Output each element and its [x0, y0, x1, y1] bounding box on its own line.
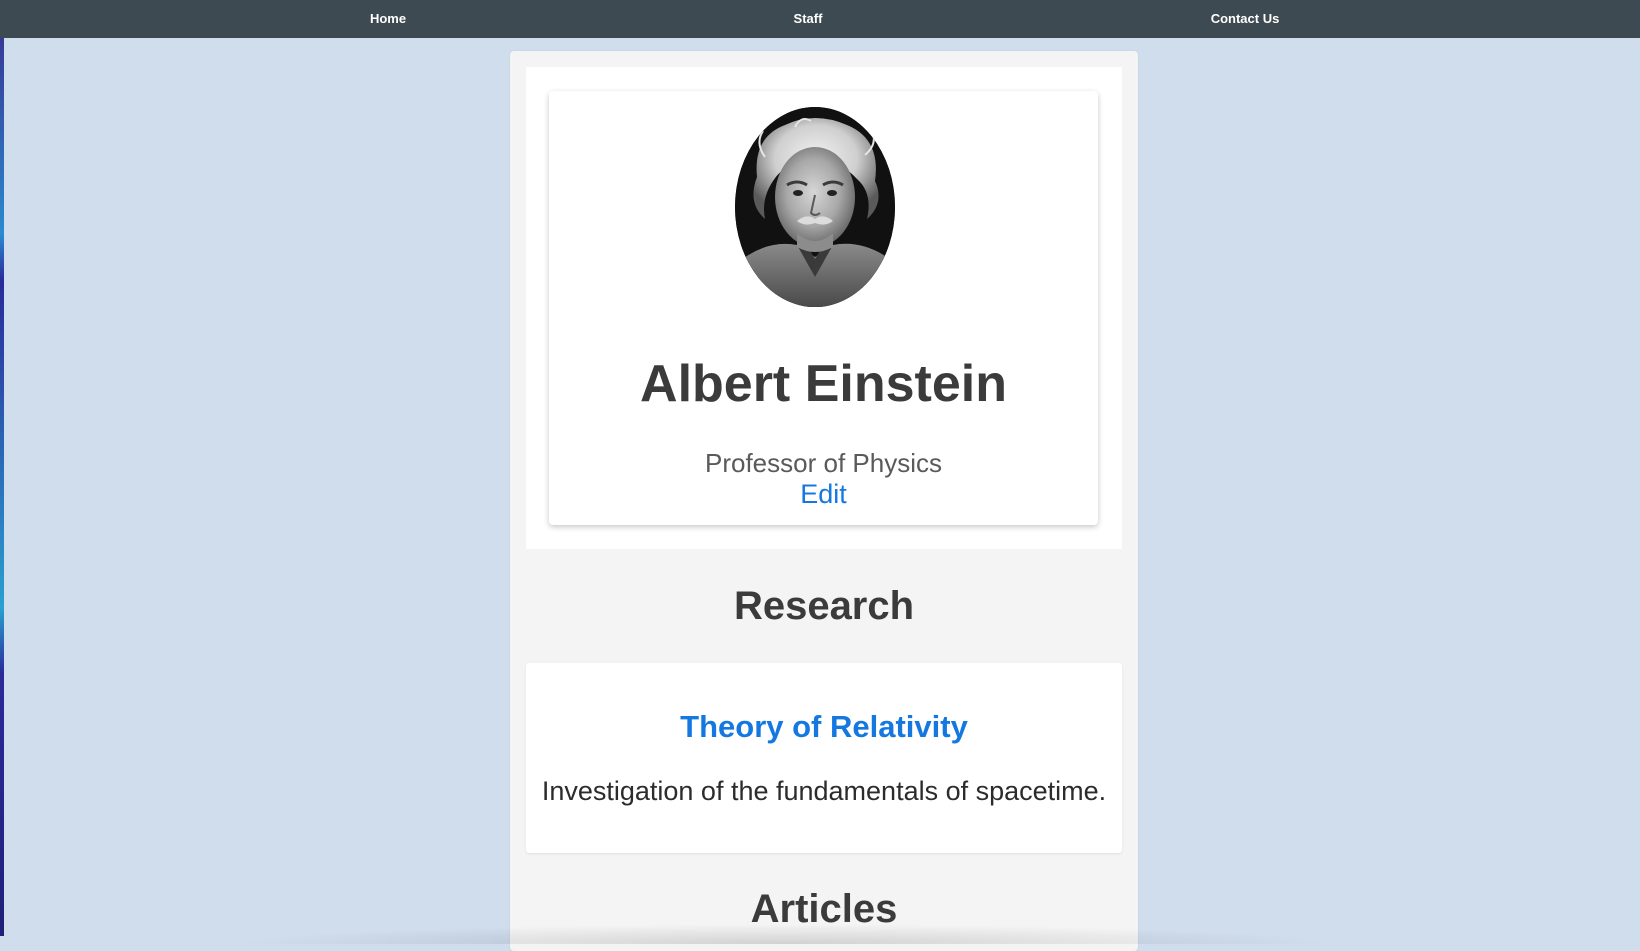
- research-item-title-link[interactable]: Theory of Relativity: [526, 707, 1122, 747]
- portrait-icon: [735, 107, 895, 307]
- window-left-edge: [0, 0, 4, 936]
- profile-panel: Albert Einstein Professor of Physics Edi…: [526, 67, 1122, 549]
- nav-link-staff[interactable]: Staff: [794, 0, 823, 38]
- nav-link-home[interactable]: Home: [370, 0, 406, 38]
- research-item-card: Theory of Relativity Investigation of th…: [526, 663, 1122, 853]
- profile-title: Professor of Physics: [705, 448, 942, 478]
- edit-profile-link[interactable]: Edit: [549, 477, 1098, 511]
- profile-card: Albert Einstein Professor of Physics Edi…: [549, 91, 1098, 525]
- profile-photo: [735, 107, 895, 307]
- profile-name: Albert Einstein: [640, 355, 1007, 413]
- top-navbar: Home Staff Contact Us: [0, 0, 1640, 38]
- research-heading: Research: [733, 584, 915, 628]
- research-item-description: Investigation of the fundamentals of spa…: [541, 776, 1107, 806]
- bottom-shadow: [230, 924, 1340, 944]
- profile-page-container: Albert Einstein Professor of Physics Edi…: [510, 51, 1138, 951]
- nav-link-contact-us[interactable]: Contact Us: [1211, 0, 1280, 38]
